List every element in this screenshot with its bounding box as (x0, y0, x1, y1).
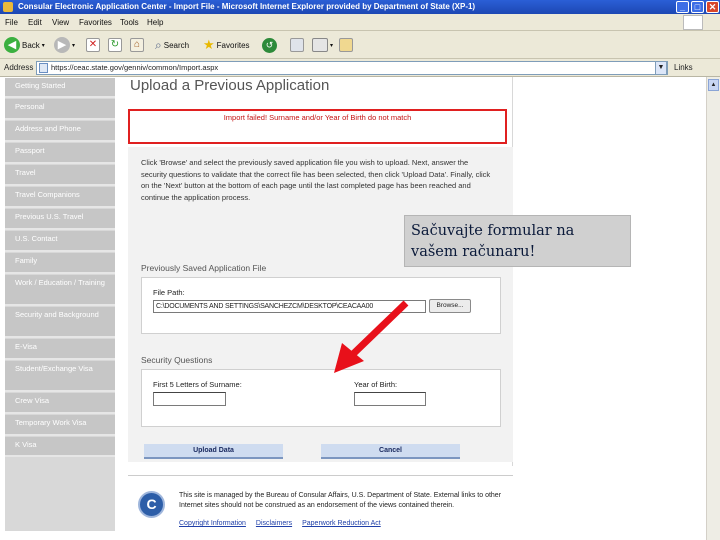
sidebar-item-k-visa[interactable]: K Visa (5, 437, 115, 457)
sidebar-item-security-background[interactable]: Security and Background (5, 307, 115, 338)
links-button[interactable]: Links (674, 63, 693, 72)
address-label: Address (4, 63, 34, 72)
minimize-button[interactable]: _ (676, 1, 689, 13)
sidebar-item-student-exchange[interactable]: Student/Exchange Visa (5, 361, 115, 392)
callout-line-1: Sačuvajte formular na (411, 223, 575, 239)
sidebar-item-passport[interactable]: Passport (5, 143, 115, 164)
home-icon: ⌂ (130, 38, 144, 52)
ie-app-icon (3, 2, 13, 12)
back-button[interactable]: ◀ Back ▾ (4, 36, 45, 54)
favorites-label: Favorites (216, 40, 250, 50)
refresh-button[interactable]: ↻ (108, 36, 122, 54)
sidebar-item-work-education[interactable]: Work / Education / Training (5, 275, 115, 306)
home-button[interactable]: ⌂ (130, 36, 144, 54)
window-title: Consular Electronic Application Center -… (18, 2, 476, 11)
footer-text: This site is managed by the Bureau of Co… (179, 492, 502, 509)
security-section-title: Security Questions (141, 355, 213, 365)
copyright-link[interactable]: Copyright Information (179, 520, 246, 527)
callout-line-2: vašem računaru! (411, 244, 536, 260)
maximize-button[interactable]: □ (691, 1, 704, 13)
edit-page-button[interactable] (339, 36, 353, 54)
sidebar-item-family[interactable]: Family (5, 253, 115, 274)
search-label: Search (163, 40, 190, 50)
address-url: https://ceac.state.gov/genniv/common/Imp… (51, 63, 219, 72)
page-icon (39, 63, 48, 73)
sidebar-item-e-visa[interactable]: E-Visa (5, 339, 115, 360)
favorites-star-icon: ★ (203, 37, 215, 52)
close-button[interactable]: ✕ (706, 1, 719, 13)
cancel-button[interactable]: Cancel (321, 444, 460, 459)
sidebar-item-personal[interactable]: Personal (5, 99, 115, 120)
print-button[interactable]: ▾ (312, 36, 333, 54)
edit-page-icon (339, 38, 353, 52)
consular-seal-icon: C (138, 491, 165, 518)
address-dropdown-icon[interactable]: ▼ (655, 61, 667, 75)
forward-arrow-icon: ▶ (54, 37, 70, 53)
file-path-label: File Path: (153, 288, 185, 297)
refresh-icon: ↻ (108, 38, 122, 52)
page-viewport: Getting Started Personal Address and Pho… (0, 77, 706, 540)
sidebar-item-previous-us-travel[interactable]: Previous U.S. Travel (5, 209, 115, 230)
stop-button[interactable]: ✕ (86, 36, 100, 54)
sidebar-item-address-phone[interactable]: Address and Phone (5, 121, 115, 142)
browse-button[interactable]: Browse... (429, 299, 471, 313)
vertical-scrollbar[interactable]: ▲ (706, 77, 720, 540)
red-arrow-icon (334, 300, 409, 373)
address-input[interactable]: https://ceac.state.gov/genniv/common/Imp… (36, 61, 668, 75)
history-icon: ↺ (262, 37, 277, 53)
stop-icon: ✕ (86, 38, 100, 52)
address-bar: Address https://ceac.state.gov/genniv/co… (0, 59, 720, 77)
error-message: Import failed! Surname and/or Year of Bi… (223, 113, 412, 122)
surname-input[interactable] (153, 392, 226, 406)
print-icon (312, 38, 328, 52)
scroll-up-icon[interactable]: ▲ (708, 79, 719, 91)
menu-file[interactable]: File (5, 18, 18, 27)
windows-logo-icon (683, 15, 703, 30)
instructions-text: Click 'Browse' and select the previously… (141, 158, 491, 202)
mail-icon (290, 38, 304, 52)
menu-bar: File Edit View Favorites Tools Help (0, 14, 720, 31)
window-titlebar: Consular Electronic Application Center -… (0, 0, 720, 14)
form-panel: Click 'Browse' and select the previously… (128, 147, 513, 462)
sidebar-item-getting-started[interactable]: Getting Started (5, 78, 115, 98)
sidebar-item-travel-companions[interactable]: Travel Companions (5, 187, 115, 208)
history-button[interactable]: ↺ (262, 36, 277, 54)
page-title: Upload a Previous Application (130, 77, 330, 94)
menu-help[interactable]: Help (147, 18, 163, 27)
footer-links: Copyright Information Disclaimers Paperw… (179, 520, 381, 527)
footer-divider (128, 475, 513, 476)
disclaimers-link[interactable]: Disclaimers (256, 520, 292, 527)
upload-data-button[interactable]: Upload Data (144, 444, 283, 459)
error-message-box: Import failed! Surname and/or Year of Bi… (128, 109, 507, 144)
menu-tools[interactable]: Tools (120, 18, 139, 27)
sidebar-item-travel[interactable]: Travel (5, 165, 115, 186)
sidebar-nav: Getting Started Personal Address and Pho… (5, 78, 115, 531)
menu-edit[interactable]: Edit (28, 18, 42, 27)
year-of-birth-input[interactable] (354, 392, 426, 406)
sidebar-item-us-contact[interactable]: U.S. Contact (5, 231, 115, 252)
file-section-title: Previously Saved Application File (141, 263, 267, 273)
surname-label: First 5 Letters of Surname: (153, 380, 242, 389)
sidebar-item-temporary-work[interactable]: Temporary Work Visa (5, 415, 115, 436)
back-arrow-icon: ◀ (4, 37, 20, 53)
back-label: Back (22, 40, 40, 50)
favorites-button[interactable]: ★ Favorites (203, 36, 250, 54)
year-of-birth-label: Year of Birth: (354, 380, 398, 389)
menu-view[interactable]: View (52, 18, 69, 27)
search-icon: ⌕ (155, 37, 162, 52)
sidebar-item-crew-visa[interactable]: Crew Visa (5, 393, 115, 414)
callout-note: Sačuvajte formular na vašem računaru! (404, 215, 631, 267)
mail-button[interactable] (290, 36, 304, 54)
forward-button[interactable]: ▶ ▾ (54, 36, 75, 54)
menu-favorites[interactable]: Favorites (79, 18, 112, 27)
browser-toolbar: ◀ Back ▾ ▶ ▾ ✕ ↻ ⌂ ⌕ Search ★ Favorites … (0, 31, 720, 59)
paperwork-link[interactable]: Paperwork Reduction Act (302, 520, 381, 527)
search-button[interactable]: ⌕ Search (155, 36, 189, 54)
